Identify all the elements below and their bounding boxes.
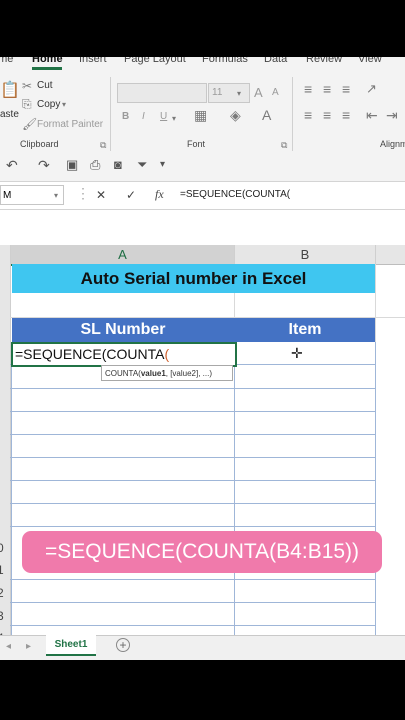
- gridline: [10, 526, 375, 527]
- overlay-formula-text: =SEQUENCE(COUNTA(B4:B15)): [44, 540, 360, 563]
- tab-review[interactable]: Review: [306, 57, 342, 65]
- clipboard-group-label: Clipboard: [20, 139, 59, 149]
- title-text: Auto Serial number in Excel: [80, 269, 307, 288]
- cut-button[interactable]: Cut: [37, 80, 53, 91]
- excel-window: ome Home Insert Page Layout Formulas Dat…: [0, 57, 405, 660]
- column-header-c[interactable]: [376, 245, 405, 265]
- align-bottom-icon[interactable]: ≡: [342, 82, 350, 96]
- table-header-row: SL Number Item: [12, 318, 375, 342]
- italic-button[interactable]: I: [142, 111, 145, 122]
- add-sheet-button[interactable]: +: [116, 638, 130, 652]
- gridline: [10, 388, 375, 389]
- cell-formula-text: =SEQUENCE(COUNTA(: [15, 346, 170, 362]
- gridline: [375, 342, 376, 650]
- tab-insert[interactable]: Insert: [79, 57, 107, 65]
- cancel-icon[interactable]: ✕: [96, 189, 106, 201]
- gridline: [10, 625, 375, 626]
- chevron-down-icon[interactable]: ▾: [62, 99, 66, 111]
- scroll-left-icon[interactable]: ◂: [6, 641, 11, 653]
- align-top-icon[interactable]: ≡: [304, 82, 312, 96]
- column-header-a[interactable]: A: [11, 245, 235, 266]
- function-tooltip[interactable]: COUNTA(value1, [value2], ...): [101, 365, 233, 381]
- gridline: [11, 342, 12, 650]
- row-number[interactable]: 3: [0, 609, 4, 623]
- tab-home-partial[interactable]: ome: [0, 57, 13, 65]
- enter-icon[interactable]: ✓: [126, 189, 136, 201]
- font-size-value: 11: [212, 87, 223, 98]
- formula-overlay-banner: =SEQUENCE(COUNTA(B4:B15)): [22, 531, 382, 573]
- format-painter-button[interactable]: Format Painter: [37, 119, 103, 130]
- row-number[interactable]: 1: [0, 563, 4, 577]
- gridline: [10, 602, 375, 603]
- gridline: [10, 434, 375, 435]
- insert-function-icon[interactable]: fx: [155, 188, 164, 200]
- formula-bar: M ▾ ⋮ ✕ ✓ fx =SEQUENCE(COUNTA(: [0, 181, 405, 210]
- borders-icon[interactable]: ▦: [194, 108, 207, 122]
- alignment-group-label: Alignm: [380, 139, 405, 149]
- fill-color-icon[interactable]: ◈: [230, 108, 241, 122]
- gridline: [10, 480, 375, 481]
- tab-view[interactable]: View: [358, 57, 382, 65]
- sheet-tab-bar: ◂ ▸ Sheet1 +: [0, 635, 405, 660]
- chevron-down-icon[interactable]: ▾: [172, 113, 176, 125]
- chevron-down-icon[interactable]: ▾: [54, 190, 58, 202]
- row-headers[interactable]: [0, 264, 11, 640]
- align-left-icon[interactable]: ≡: [304, 108, 312, 122]
- orientation-icon[interactable]: ↗: [366, 82, 377, 95]
- dialog-launcher-icon[interactable]: ⧉: [281, 139, 287, 151]
- font-group-label: Font: [187, 139, 206, 149]
- indent-increase-icon[interactable]: ⇥: [386, 108, 398, 122]
- title-cell[interactable]: Auto Serial number in Excel: [12, 264, 375, 293]
- indent-icon[interactable]: ⇤: [366, 108, 378, 122]
- dialog-launcher-icon[interactable]: ⧉: [100, 139, 106, 151]
- gridline: [10, 457, 375, 458]
- align-center-icon[interactable]: ≡: [323, 108, 331, 122]
- tab-data[interactable]: Data: [264, 57, 287, 65]
- row-number[interactable]: 2: [0, 586, 4, 600]
- tab-formulas[interactable]: Formulas: [202, 57, 248, 65]
- copy-icon[interactable]: ⎘: [22, 98, 32, 110]
- font-name-dropdown[interactable]: [117, 83, 207, 103]
- format-painter-icon[interactable]: 🖌: [22, 118, 37, 130]
- scissors-icon[interactable]: ✂: [22, 80, 32, 92]
- copy-button[interactable]: Copy: [37, 99, 60, 110]
- name-box-value: M: [3, 190, 12, 201]
- select-all-corner[interactable]: [0, 245, 11, 265]
- cell-cursor-icon: ✛: [291, 345, 303, 361]
- active-cell[interactable]: =SEQUENCE(COUNTA(: [11, 342, 237, 367]
- more-icon: ⋮: [76, 185, 90, 201]
- sheet-tab-sheet1[interactable]: Sheet1: [46, 635, 96, 656]
- bold-button[interactable]: B: [122, 111, 129, 122]
- align-middle-icon[interactable]: ≡: [323, 82, 331, 96]
- paste-icon[interactable]: 📋: [0, 83, 20, 99]
- formula-input[interactable]: =SEQUENCE(COUNTA(: [180, 185, 405, 205]
- underline-button[interactable]: U: [160, 111, 167, 122]
- row-number[interactable]: 0: [0, 541, 4, 555]
- header-sl-number[interactable]: SL Number: [12, 318, 234, 342]
- shrink-font-button[interactable]: A: [272, 87, 279, 98]
- gridline: [10, 579, 375, 580]
- align-right-icon[interactable]: ≡: [342, 108, 350, 122]
- scroll-right-icon[interactable]: ▸: [26, 641, 31, 653]
- column-header-b[interactable]: B: [235, 245, 376, 265]
- gridline: [10, 503, 375, 504]
- ribbon-separator: [292, 77, 293, 151]
- grow-font-button[interactable]: A: [254, 85, 263, 100]
- gridline: [234, 342, 235, 650]
- paste-label[interactable]: aste: [0, 109, 19, 120]
- gridline: [10, 411, 375, 412]
- tab-home[interactable]: Home: [32, 57, 63, 65]
- active-tab-indicator: [32, 67, 62, 70]
- tab-page-layout[interactable]: Page Layout: [124, 57, 186, 65]
- font-color-icon[interactable]: A: [262, 108, 271, 122]
- chevron-down-icon: ▾: [237, 89, 242, 98]
- worksheet-grid: A B 0 1 2 3 4 5 6 Auto Serial number in …: [0, 245, 405, 660]
- header-item[interactable]: Item: [235, 318, 375, 342]
- ribbon-separator: [110, 77, 111, 151]
- font-size-dropdown[interactable]: 11 ▾: [208, 83, 250, 103]
